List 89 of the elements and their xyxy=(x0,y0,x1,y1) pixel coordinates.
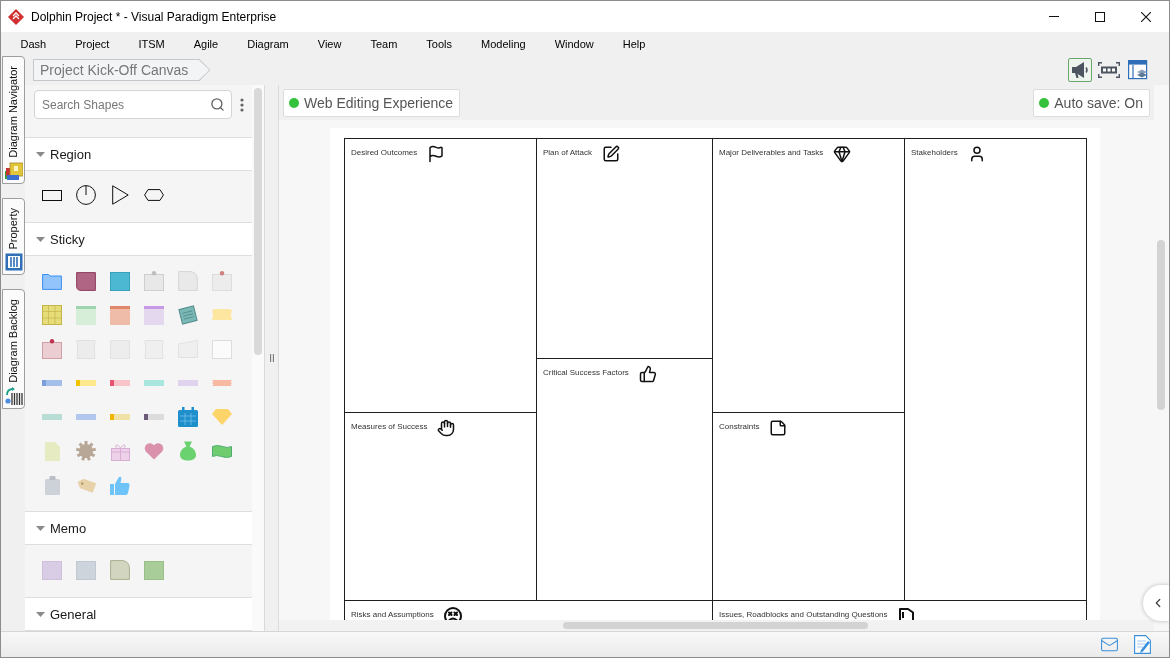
app-logo-icon xyxy=(8,8,24,25)
section-title: Constraints xyxy=(719,422,760,431)
gem-icon xyxy=(833,145,852,163)
gift-icon[interactable] xyxy=(110,441,130,461)
status-dot-icon xyxy=(289,97,299,108)
splitter-grip-icon[interactable] xyxy=(269,354,274,362)
rectangle-shape-icon[interactable] xyxy=(42,189,62,201)
toolbar-button[interactable] xyxy=(1126,58,1150,82)
toolbar-button[interactable] xyxy=(1068,58,1092,82)
section-title: Measures of Success xyxy=(351,422,428,431)
pinned-note-icon[interactable] xyxy=(212,271,232,291)
frowning-face-icon xyxy=(443,607,462,620)
search-icon[interactable] xyxy=(210,97,225,112)
sticky-note-icon[interactable] xyxy=(42,272,62,290)
close-icon xyxy=(1141,11,1151,22)
menu-item[interactable]: Diagram xyxy=(232,34,304,53)
breadcrumb[interactable]: Project Kick-Off Canvas xyxy=(33,59,211,81)
section-title: Issues, Roadblocks and Outstanding Questions xyxy=(719,610,888,619)
pinned-note-icon[interactable] xyxy=(42,339,62,359)
triangle-shape-icon[interactable] xyxy=(111,185,129,205)
circle-shape-icon[interactable] xyxy=(76,185,96,205)
menu-item[interactable]: Project xyxy=(60,34,124,53)
tape-strip-icon[interactable] xyxy=(110,380,130,386)
web-editing-button[interactable]: Web Editing Experience xyxy=(283,88,461,117)
section-header[interactable]: General xyxy=(25,597,252,631)
section-title: Plan of Attack xyxy=(543,148,592,157)
sticky-note-icon xyxy=(769,419,788,437)
heart-icon[interactable] xyxy=(144,442,164,460)
auto-save-button[interactable]: Auto save: On xyxy=(1033,88,1150,117)
hexagon-shape-icon[interactable] xyxy=(144,189,164,201)
tag-icon[interactable] xyxy=(76,477,96,493)
sticky-note-icon[interactable] xyxy=(110,271,130,291)
curled-note-icon[interactable] xyxy=(110,560,130,580)
window-title: Dolphin Project * - Visual Paradigm Enterprise xyxy=(31,9,277,24)
section-title: Desired Outcomes xyxy=(351,148,418,157)
side-tab[interactable]: Diagram Navigator xyxy=(2,56,25,184)
document-icon[interactable] xyxy=(44,441,60,461)
stone-icon xyxy=(897,607,916,620)
minimize-icon xyxy=(1049,16,1059,17)
scrollbar-thumb[interactable] xyxy=(254,88,262,355)
thumbs-up-icon[interactable] xyxy=(110,475,130,495)
side-tab[interactable]: Property xyxy=(2,197,25,276)
hand-icon xyxy=(437,419,456,437)
folders-icon xyxy=(4,161,23,180)
note-pencil-icon[interactable] xyxy=(1134,635,1151,654)
menu-item[interactable]: Window xyxy=(540,34,609,53)
menu-item[interactable]: Help xyxy=(608,34,660,53)
section-title: Critical Success Factors xyxy=(543,368,629,377)
menu-item[interactable]: ITSM xyxy=(123,34,180,53)
notepad-icon[interactable] xyxy=(178,305,198,325)
section-header[interactable]: Sticky xyxy=(25,222,252,256)
gear-icon[interactable] xyxy=(76,441,96,461)
section-header[interactable]: Memo xyxy=(25,511,252,545)
thumbs-up-icon xyxy=(638,365,657,383)
menu-item[interactable]: Modeling xyxy=(466,34,541,53)
section-header[interactable]: Region xyxy=(25,137,252,171)
clipboard-icon[interactable] xyxy=(44,475,60,495)
section-title: Stakeholders xyxy=(911,148,958,157)
menu-item[interactable]: Team xyxy=(355,34,412,53)
search-field[interactable]: Search Shapes xyxy=(34,90,232,119)
arrow-barcode-icon xyxy=(4,387,23,406)
side-tab[interactable]: Diagram Backlog xyxy=(2,289,25,410)
property-panel-icon xyxy=(4,253,23,272)
calendar-icon[interactable] xyxy=(178,407,198,427)
flag-icon xyxy=(427,145,446,163)
menu-item[interactable]: Tools xyxy=(411,34,467,53)
sticky-note-icon[interactable] xyxy=(110,305,130,325)
mail-icon[interactable] xyxy=(1100,635,1119,654)
menu-item[interactable]: Agile xyxy=(179,34,233,53)
scrollbar-thumb[interactable] xyxy=(563,622,868,629)
curled-note-icon[interactable] xyxy=(178,271,198,291)
kebab-menu-icon[interactable] xyxy=(240,98,244,112)
banknote-icon[interactable] xyxy=(212,444,232,458)
pen-square-icon xyxy=(601,145,620,163)
section-title: Major Deliverables and Tasks xyxy=(719,148,824,157)
sticky-note-icon[interactable] xyxy=(76,271,96,291)
status-dot-icon xyxy=(1039,97,1050,108)
frame-icon xyxy=(1098,62,1120,78)
diamond-icon[interactable] xyxy=(212,409,232,425)
section-title: Risks and Assumptions xyxy=(351,610,434,619)
window-layers-icon xyxy=(1128,60,1148,80)
maximize-icon xyxy=(1095,11,1105,22)
scrollbar-thumb[interactable] xyxy=(1157,240,1165,410)
money-bag-icon[interactable] xyxy=(180,441,196,461)
menu-item[interactable]: Dash xyxy=(6,34,61,53)
menu-item[interactable]: View xyxy=(303,34,356,53)
megaphone-icon xyxy=(1071,62,1089,78)
lined-note-icon[interactable] xyxy=(42,305,62,325)
tape-strip-icon[interactable] xyxy=(144,414,164,420)
